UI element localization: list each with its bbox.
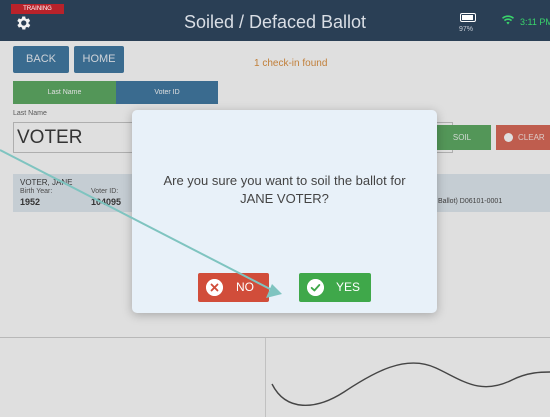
wifi-icon [502, 15, 514, 25]
clock: 3:11 PM [520, 17, 550, 27]
battery-icon [460, 13, 476, 22]
no-button-label: NO [236, 280, 254, 294]
dialog-message: Are you sure you want to soil the ballot… [132, 172, 437, 208]
yes-button-label: YES [336, 280, 361, 294]
yes-button[interactable]: YES [299, 273, 371, 302]
dialog-message-line-1: Are you sure you want to soil the ballot… [163, 173, 406, 188]
battery-percentage: 97% [459, 26, 474, 33]
close-icon [206, 279, 223, 296]
confirm-dialog: Are you sure you want to soil the ballot… [132, 110, 437, 313]
dialog-message-line-2: JANE VOTER? [240, 191, 329, 206]
no-button[interactable]: NO [198, 273, 269, 302]
header-bar: TRAINING Soiled / Defaced Ballot 97% 3:1… [0, 0, 550, 41]
check-icon [307, 279, 324, 296]
